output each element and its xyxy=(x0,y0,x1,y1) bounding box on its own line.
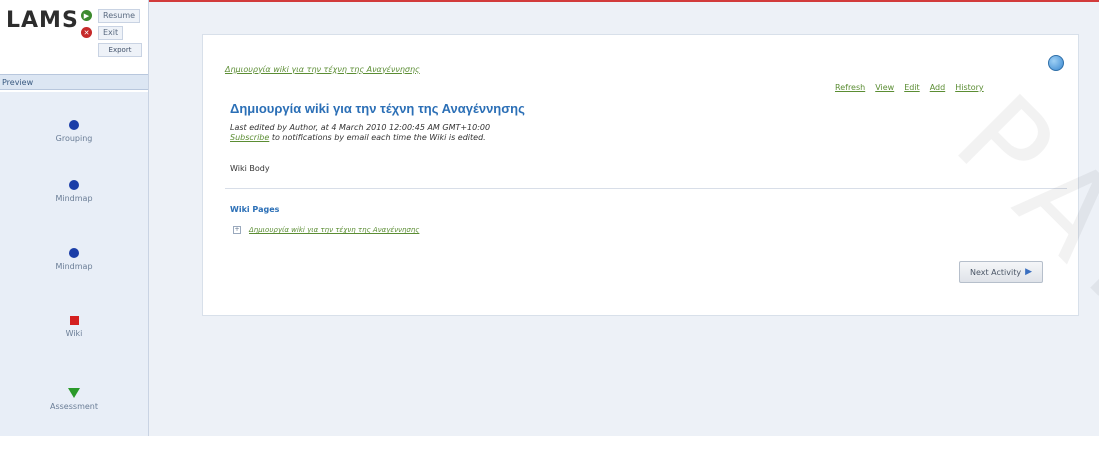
section-divider xyxy=(225,188,1067,189)
current-activity-icon xyxy=(69,316,79,325)
wiki-toolbar: Refresh View Edit Add History xyxy=(835,83,984,92)
next-activity-button[interactable]: Next Activity ▶ xyxy=(959,261,1043,283)
subscribe-line: Subscribe to notifications by email each… xyxy=(230,133,486,142)
exit-button[interactable]: ✕ Exit xyxy=(81,25,147,40)
expand-icon[interactable]: + xyxy=(233,226,241,234)
edit-link[interactable]: Edit xyxy=(904,83,920,92)
preview-bar: Preview xyxy=(0,74,148,90)
pending-activity-icon xyxy=(68,388,80,398)
arrow-right-icon: ▶ xyxy=(1025,267,1033,277)
subscribe-link[interactable]: Subscribe xyxy=(230,133,269,142)
next-activity-label: Next Activity xyxy=(969,267,1022,277)
help-icon[interactable] xyxy=(1048,55,1064,71)
activity-label: Grouping xyxy=(55,134,93,143)
activity-mindmap-1[interactable]: Mindmap xyxy=(0,180,148,203)
exit-label: Exit xyxy=(98,25,124,40)
subscribe-text: to notifications by email each time the … xyxy=(269,133,486,142)
wiki-panel: Δημιουργία wiki για την τέχνη της Αναγέν… xyxy=(202,34,1079,316)
wiki-pages-heading: Wiki Pages xyxy=(230,205,280,214)
add-link[interactable]: Add xyxy=(930,83,946,92)
learner-controls: ▶ Resume ✕ Exit Export xyxy=(81,8,147,59)
activity-grouping[interactable]: Grouping xyxy=(0,120,148,143)
wiki-page-link[interactable]: Δημιουργία wiki για την τέχνη της Αναγέν… xyxy=(249,226,419,234)
resume-button[interactable]: ▶ Resume xyxy=(81,8,147,23)
activity-mindmap-2[interactable]: Mindmap xyxy=(0,248,148,271)
history-link[interactable]: History xyxy=(955,83,983,92)
page-title: Δημιουργία wiki για την τέχνη της Αναγέν… xyxy=(230,101,525,116)
exit-icon: ✕ xyxy=(81,27,92,38)
completed-activity-icon xyxy=(69,180,79,190)
activity-label: Wiki xyxy=(65,329,83,338)
activity-wiki[interactable]: Wiki xyxy=(0,316,148,338)
wiki-body: Wiki Body xyxy=(230,164,270,173)
completed-activity-icon xyxy=(69,120,79,130)
refresh-link[interactable]: Refresh xyxy=(835,83,865,92)
view-link[interactable]: View xyxy=(875,83,894,92)
activity-label: Assessment xyxy=(50,402,98,411)
completed-activity-icon xyxy=(69,248,79,258)
activity-assessment[interactable]: Assessment xyxy=(0,388,148,411)
resume-label: Resume xyxy=(98,8,141,23)
wiki-page-item: + Δημιουργία wiki για την τέχνη της Αναγ… xyxy=(233,226,419,234)
export-button[interactable]: Export xyxy=(98,42,142,57)
resume-icon: ▶ xyxy=(81,10,92,21)
last-edited-info: Last edited by Author, at 4 March 2010 1… xyxy=(230,123,491,132)
sidebar: LAMS ▶ Resume ✕ Exit Export Preview Grou… xyxy=(0,0,149,436)
lams-logo: LAMS xyxy=(6,8,79,33)
activity-label: Mindmap xyxy=(55,194,93,203)
breadcrumb-link[interactable]: Δημιουργία wiki για την τέχνη της Αναγέν… xyxy=(225,65,420,74)
activity-label: Mindmap xyxy=(55,262,93,271)
